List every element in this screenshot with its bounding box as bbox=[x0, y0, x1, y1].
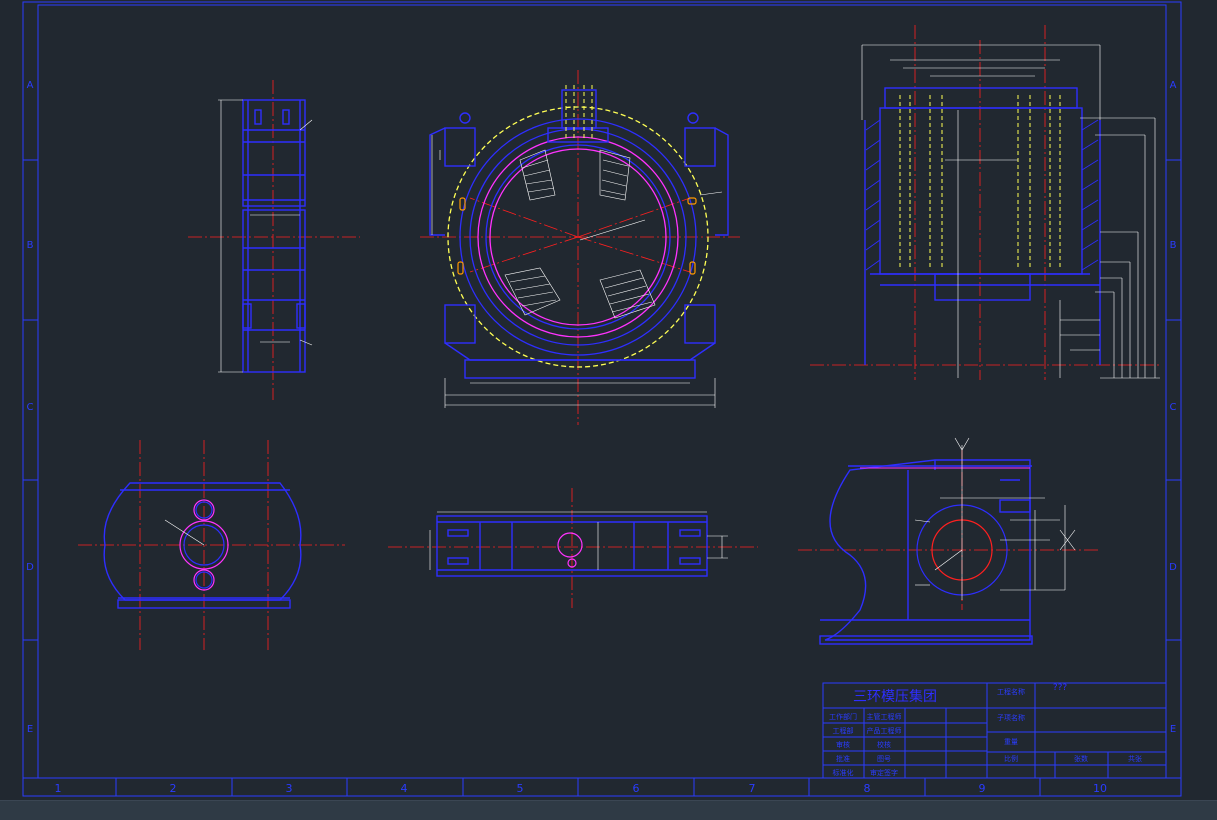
frame-row-label-left: D bbox=[26, 562, 34, 573]
status-bar bbox=[0, 800, 1217, 820]
section-hatch-left bbox=[865, 119, 1099, 271]
frame-column-labels: 1 2 3 4 5 6 7 8 9 10 bbox=[55, 782, 1108, 795]
bottom-middle-view[interactable] bbox=[388, 488, 758, 608]
frame-row-label-left: E bbox=[27, 724, 33, 735]
frame-column-label: 4 bbox=[401, 782, 408, 795]
title-block-rows: 工作部门 主管工程师工程部 产品工程师审核 校核批准 图号标准化 审定签字 bbox=[829, 712, 902, 777]
title-block-cell: 审定签字 bbox=[870, 768, 898, 777]
title-block-cell: 审核 bbox=[836, 740, 850, 749]
frame-column-label: 8 bbox=[864, 782, 871, 795]
title-block-side-cell: 子项名称 bbox=[997, 713, 1025, 722]
title-block-cell: 标准化 bbox=[833, 768, 854, 777]
title-block-side-cell: 共张 bbox=[1128, 754, 1142, 763]
frame-row-label-left: C bbox=[27, 402, 34, 413]
section-view-right[interactable] bbox=[810, 25, 1160, 380]
frame-row-label-right: B bbox=[1170, 240, 1177, 251]
title-block-side-cell: 工程名称 bbox=[997, 687, 1025, 696]
title-block-cell: 工作部门 bbox=[829, 712, 857, 721]
drawing-title: 三环模压集团 bbox=[853, 688, 937, 705]
title-block-cell: 工程部 bbox=[833, 726, 854, 735]
frame-column-label: 9 bbox=[979, 782, 986, 795]
frame-column-label: 5 bbox=[517, 782, 524, 795]
frame-column-label: 3 bbox=[286, 782, 293, 795]
frame-column-label: 6 bbox=[633, 782, 640, 795]
frame-row-label-right: A bbox=[1170, 80, 1177, 91]
title-block-side-cell: 比例 bbox=[1004, 754, 1018, 763]
cad-drawing-canvas[interactable]: 1 2 3 4 5 6 7 8 9 10 A A B B C C D D E E 三环模… bbox=[0, 0, 1217, 800]
title-block[interactable]: 三环模压集团 ??? 工作部门 主管工程师工程部 产品工程师审核 校核批准 图号标准化 审… bbox=[822, 682, 1167, 779]
frame-row-label-right: D bbox=[1169, 562, 1177, 573]
frame-column-label: 1 bbox=[55, 782, 62, 795]
frame-row-label-right: E bbox=[1170, 724, 1176, 735]
frame-row-label-left: B bbox=[27, 240, 34, 251]
title-block-cell: 批准 bbox=[836, 754, 850, 763]
title-block-side-cell: 重量 bbox=[1004, 738, 1018, 746]
frame-column-label: 2 bbox=[170, 782, 177, 795]
side-view-left[interactable] bbox=[188, 80, 360, 400]
frame-column-label: 10 bbox=[1093, 782, 1107, 795]
bottom-left-view[interactable] bbox=[78, 440, 345, 650]
frame-row-labels: A A B B C C D D E E bbox=[26, 80, 1177, 735]
title-block-note: ??? bbox=[1053, 683, 1068, 693]
frame-column-label: 7 bbox=[749, 782, 756, 795]
frame-row-label-right: C bbox=[1170, 402, 1177, 413]
title-block-cell: 产品工程师 bbox=[867, 726, 902, 735]
front-view-main[interactable] bbox=[420, 70, 740, 425]
title-block-cell: 校核 bbox=[877, 740, 891, 749]
cad-model-space[interactable]: 1 2 3 4 5 6 7 8 9 10 A A B B C C D D E E 三环模压集团 ?… bbox=[0, 0, 1217, 819]
title-block-cell: 图号 bbox=[877, 755, 891, 763]
title-block-cell: 主管工程师 bbox=[867, 712, 902, 721]
title-block-side-cell: 张数 bbox=[1074, 754, 1088, 763]
frame-row-label-left: A bbox=[27, 80, 34, 91]
frame-zone-ticks bbox=[23, 159, 1181, 796]
bottom-right-detail-view[interactable] bbox=[798, 437, 1100, 645]
front-view-hatch-sectors bbox=[504, 149, 656, 319]
